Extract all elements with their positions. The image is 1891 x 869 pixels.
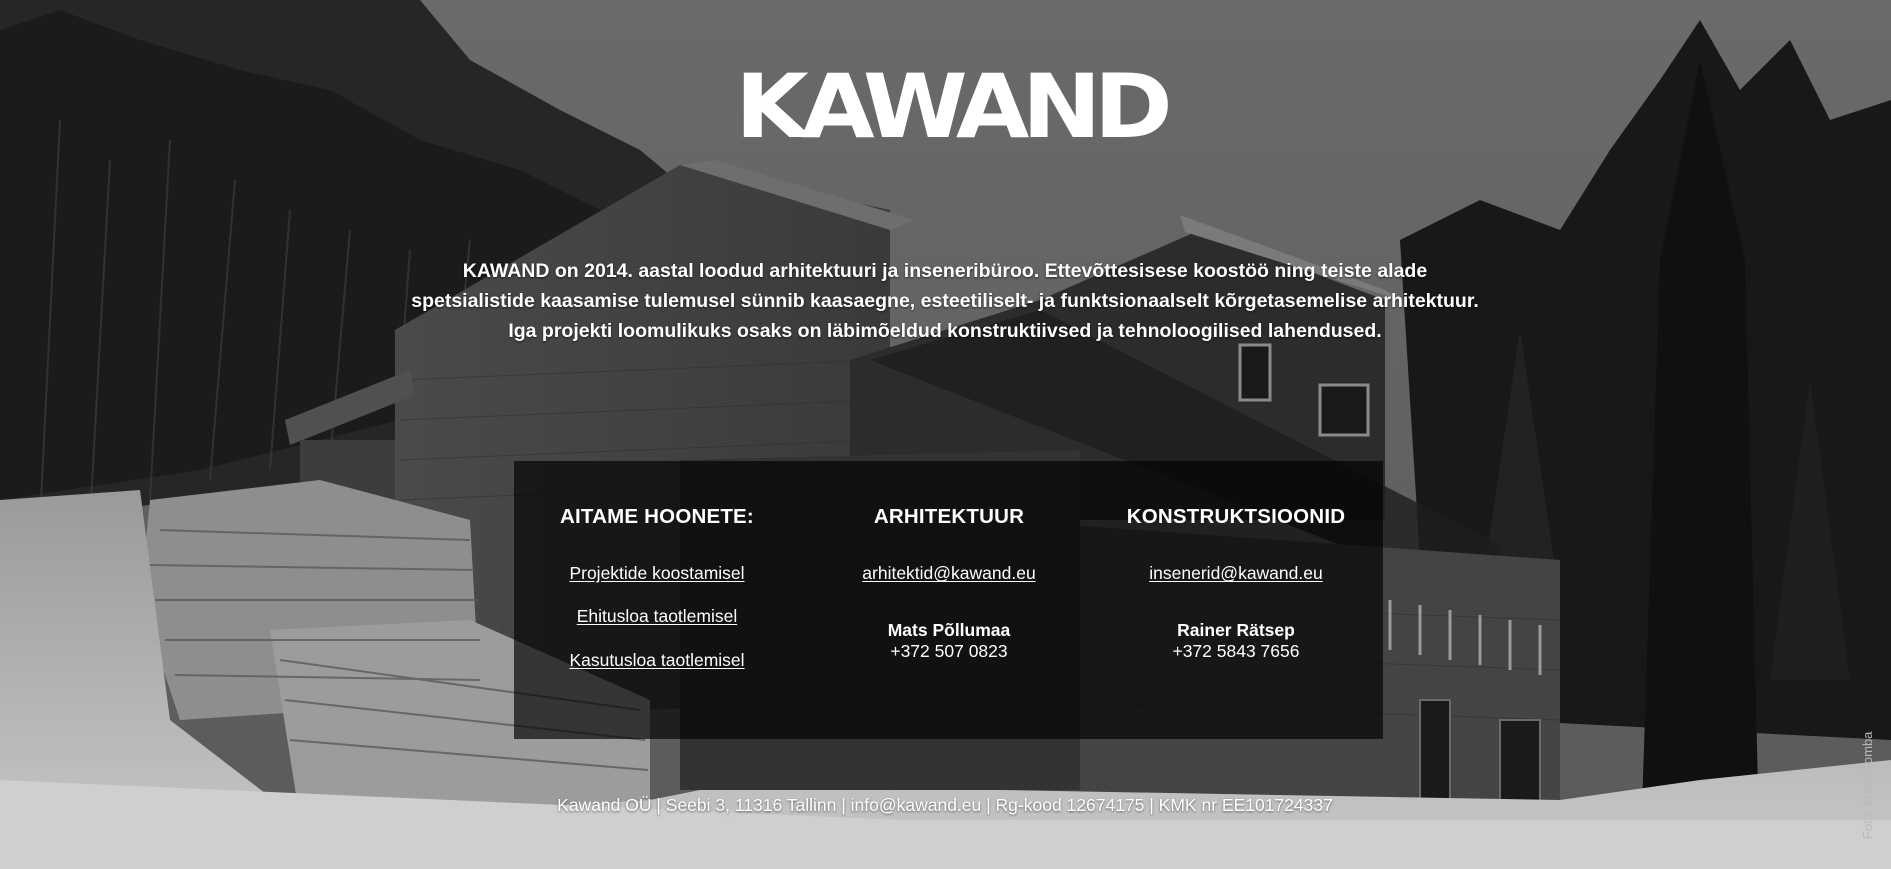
structures-contact-name: Rainer Rätsep bbox=[1177, 620, 1295, 640]
logo-text: KAWAND bbox=[734, 55, 1173, 158]
kawand-logo[interactable]: KAWAND bbox=[735, 63, 1173, 151]
service-link-projects[interactable]: Projektide koostamisel bbox=[514, 563, 800, 584]
page: KAWAND KAWAND on 2014. aastal loodud arh… bbox=[0, 0, 1891, 869]
intro-line: KAWAND on 2014. aastal loodud arhitektuu… bbox=[462, 260, 1428, 282]
intro-text: KAWAND on 2014. aastal loodud arhitektuu… bbox=[345, 256, 1545, 346]
architecture-contact-name: Mats Põllumaa bbox=[887, 620, 1011, 640]
architecture-email-link[interactable]: arhitektid@kawand.eu bbox=[804, 563, 1094, 584]
service-link-use-permit[interactable]: Kasutusloa taotlemisel bbox=[514, 650, 800, 671]
structures-title: KONSTRUKTSIOONID bbox=[1126, 505, 1346, 528]
services-title: AITAME HOONETE: bbox=[560, 505, 754, 528]
structures-email-link[interactable]: insenerid@kawand.eu bbox=[1091, 563, 1381, 584]
info-panel: AITAME HOONETE: Projektide koostamisel E… bbox=[514, 461, 1383, 739]
structures-contact-phone: +372 5843 7656 bbox=[1172, 641, 1300, 661]
intro-line: spetsialistide kaasamise tulemusel sünni… bbox=[411, 290, 1479, 312]
footer-company-info: Kawand OÜ | Seebi 3, 11316 Tallinn | inf… bbox=[557, 795, 1333, 815]
intro-line: Iga projekti loomulikuks osaks on läbimõ… bbox=[508, 320, 1382, 342]
service-link-building-permit[interactable]: Ehitusloa taotlemisel bbox=[514, 606, 800, 627]
architecture-contact-phone: +372 507 0823 bbox=[890, 641, 1008, 661]
architecture-title: ARHITEKTUUR bbox=[873, 505, 1025, 528]
photo-credit: Foto: Maris Tomba bbox=[1860, 731, 1875, 839]
